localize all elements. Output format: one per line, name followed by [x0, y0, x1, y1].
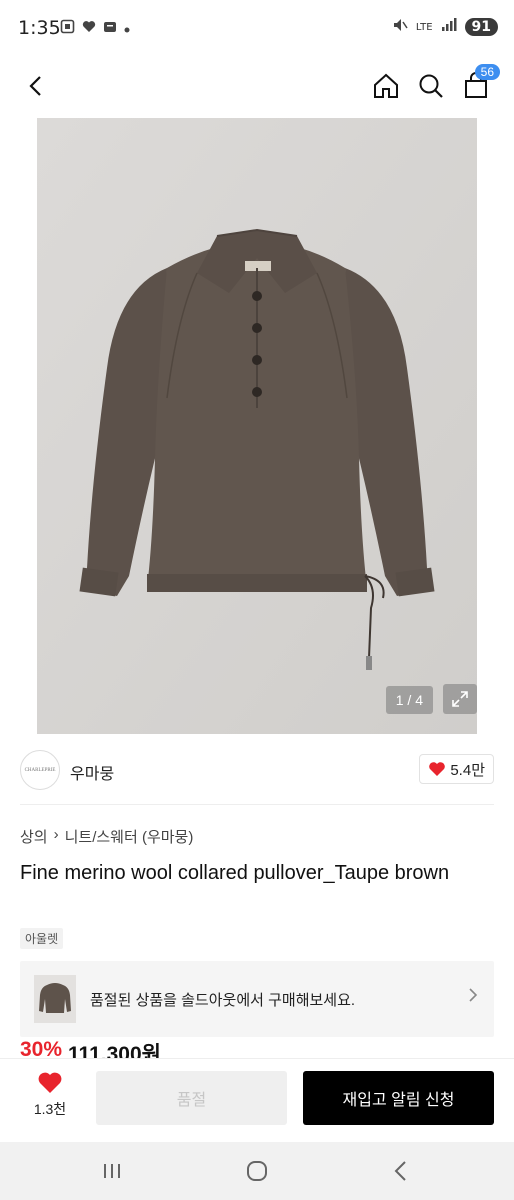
search-button[interactable]	[413, 68, 449, 104]
expand-button[interactable]	[443, 684, 477, 714]
system-nav-bar	[0, 1142, 514, 1200]
seller-name[interactable]: 우마뭉	[70, 760, 114, 784]
image-counter: 1 / 4	[385, 686, 433, 714]
notification-icons	[60, 19, 130, 38]
recents-icon	[104, 1164, 120, 1178]
status-indicators: LTE 91	[392, 17, 498, 37]
mute-icon	[392, 17, 408, 37]
breadcrumb-separator-icon: ›	[53, 826, 59, 843]
heart-notif-icon	[82, 20, 96, 37]
cart-button[interactable]: 56	[458, 64, 500, 104]
chevron-right-icon	[468, 987, 478, 1008]
seller-row[interactable]: CHARLEPRIE 우마뭉 5.4만	[0, 742, 514, 804]
status-time: 1:35	[18, 17, 61, 39]
banner-thumbnail	[34, 975, 76, 1023]
app-header: 56	[0, 58, 514, 114]
soldout-button: 품절	[96, 1071, 287, 1125]
restock-alert-button[interactable]: 재입고 알림 신청	[303, 1071, 494, 1125]
home-icon	[374, 73, 398, 98]
product-image-gallery[interactable]: 1 / 4	[37, 118, 477, 734]
back-arrow-icon	[394, 1161, 406, 1181]
sweater-image	[37, 118, 477, 734]
breadcrumb: 상의 › 니트/스웨터 (우마뭉)	[20, 826, 193, 847]
status-bar: 1:35 LTE 91	[0, 0, 514, 58]
divider	[20, 804, 494, 805]
back-button[interactable]	[18, 68, 54, 104]
expand-icon	[452, 691, 468, 707]
sale-price: 111,300원	[68, 1043, 161, 1060]
dot-icon	[124, 21, 130, 37]
seller-like-count: 5.4만	[450, 761, 485, 779]
circle-home-icon	[247, 1161, 267, 1181]
system-home-button[interactable]	[237, 1156, 277, 1186]
search-icon	[419, 74, 443, 98]
outlet-badge: 아울렛	[20, 928, 64, 949]
wishlist-count: 1.3천	[33, 1101, 67, 1117]
seller-logo[interactable]: CHARLEPRIE	[20, 750, 60, 790]
heart-icon	[429, 762, 446, 776]
recents-button[interactable]	[92, 1156, 132, 1186]
battery-indicator: 91	[464, 18, 498, 36]
wishlist-button[interactable]: 1.3천	[22, 1071, 78, 1127]
product-title: Fine merino wool collared pullover_Taupe…	[20, 862, 450, 884]
breadcrumb-category[interactable]: 상의	[20, 826, 48, 847]
price-row: 30% 111,300원	[20, 1038, 161, 1060]
home-button[interactable]	[368, 68, 404, 104]
breadcrumb-subcategory[interactable]: 니트/스웨터 (우마뭉)	[65, 826, 194, 847]
discount-rate: 30%	[20, 1038, 63, 1060]
soldout-banner[interactable]: 품절된 상품을 솔드아웃에서 구매해보세요.	[20, 961, 494, 1037]
app-notif-icon	[103, 20, 117, 38]
system-back-button[interactable]	[381, 1156, 421, 1186]
signal-icon	[441, 18, 457, 36]
bottom-action-bar: 1.3천 품절 재입고 알림 신청	[0, 1058, 514, 1142]
cart-count-badge: 56	[474, 64, 500, 80]
seller-like-button[interactable]: 5.4만	[419, 754, 494, 784]
chevron-left-icon	[29, 76, 41, 96]
banner-text: 품절된 상품을 솔드아웃에서 구매해보세요.	[90, 992, 356, 1009]
heart-icon	[38, 1072, 62, 1093]
network-label: LTE	[415, 21, 433, 33]
screenshot-icon	[60, 19, 75, 38]
